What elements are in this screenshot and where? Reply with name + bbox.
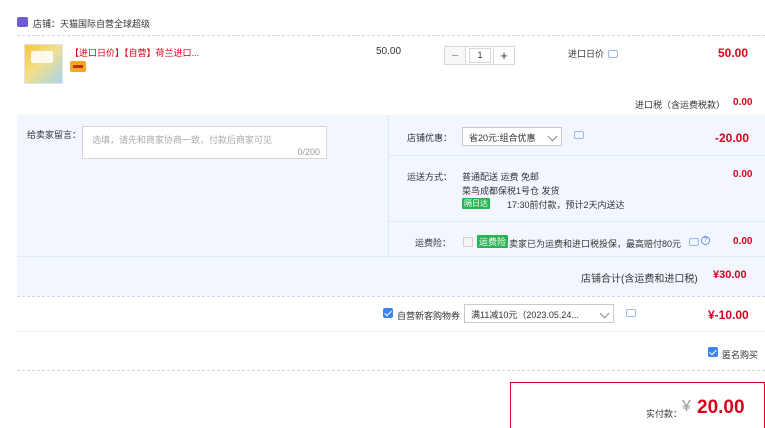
quantity-input[interactable]: 1 — [469, 48, 491, 63]
increase-button[interactable]: + — [493, 47, 514, 64]
insurance-checkbox — [463, 237, 473, 247]
card-badge-icon — [70, 61, 86, 72]
shipping-label: 运送方式： — [407, 172, 453, 182]
coupon-value: ¥-10.00 — [708, 308, 749, 322]
chevron-down-icon — [547, 131, 558, 142]
payment-label: 实付款： — [646, 409, 683, 419]
product-price: 50.00 — [376, 46, 402, 57]
coupon-select[interactable]: 满11减10元（2023.05.24... — [464, 304, 614, 323]
shop-header: 店铺：天猫国际自营全球超级 — [33, 17, 150, 30]
coupon-selected: 满11减10元（2023.05.24... — [471, 310, 579, 320]
shop-label: 店铺： — [33, 19, 61, 29]
coupon-label: 自营新客购物券 — [397, 311, 461, 321]
product-subtotal: 50.00 — [718, 46, 749, 60]
product-title[interactable]: 【进口日价】【自营】荷兰进口... — [70, 46, 199, 59]
next-day-badge: 隔日达 — [462, 198, 490, 209]
payment-box: 实付款： ¥ 20.00 — [510, 382, 765, 428]
chat-icon[interactable] — [689, 238, 699, 246]
chat-icon[interactable] — [608, 50, 618, 58]
coupon-checkbox[interactable] — [383, 308, 393, 318]
insurance-label: 运费险： — [415, 238, 452, 248]
payment-currency: ¥ — [682, 398, 691, 415]
quantity-stepper: − 1 + — [444, 46, 515, 65]
tax-value: 0.00 — [733, 97, 753, 108]
payment-amount: 20.00 — [697, 397, 745, 418]
insurance-text: 卖家已为运费和进口税投保，最高赔付80元 — [509, 239, 682, 249]
discount-label: 店铺优惠： — [407, 133, 453, 143]
price-type-label: 进口日价 — [568, 49, 605, 59]
shipping-eta: 17:30前付款，预计2天内送达 — [507, 200, 625, 210]
shipping-line2: 菜鸟成都保税1号仓 发货 — [462, 186, 560, 196]
shop-total-label: 店铺合计(含运费和进口税) — [581, 274, 698, 285]
chat-icon[interactable] — [626, 309, 636, 317]
discount-value: -20.00 — [715, 131, 750, 145]
message-counter: 0/200 — [297, 147, 320, 157]
shop-total-value: ¥30.00 — [713, 269, 747, 281]
message-placeholder: 选填，请先和商家协商一致，付款后商家可见 — [92, 135, 273, 145]
anonymous-checkbox[interactable] — [708, 347, 718, 357]
shop-name[interactable]: 天猫国际自营全球超级 — [60, 19, 150, 29]
insurance-value: 0.00 — [733, 236, 753, 247]
message-label: 给卖家留言： — [27, 130, 82, 140]
help-icon[interactable]: ? — [701, 236, 710, 245]
anonymous-label: 匿名购买 — [722, 350, 759, 360]
shipping-value: 0.00 — [733, 169, 753, 180]
discount-select[interactable]: 省20元:组合优惠 — [462, 127, 562, 146]
tax-label: 进口税（含运费税款） — [635, 100, 726, 110]
chat-icon[interactable] — [574, 131, 584, 139]
chevron-down-icon — [599, 308, 610, 319]
product-image[interactable] — [24, 44, 63, 84]
shop-icon — [17, 17, 28, 27]
message-textarea[interactable]: 选填，请先和商家协商一致，付款后商家可见 0/200 — [82, 126, 327, 159]
insurance-tag: 运费险 — [477, 235, 509, 248]
shipping-line1: 普通配送 运费 免邮 — [462, 172, 540, 182]
discount-selected: 省20元:组合优惠 — [469, 133, 536, 143]
decrease-button[interactable]: − — [445, 47, 466, 64]
